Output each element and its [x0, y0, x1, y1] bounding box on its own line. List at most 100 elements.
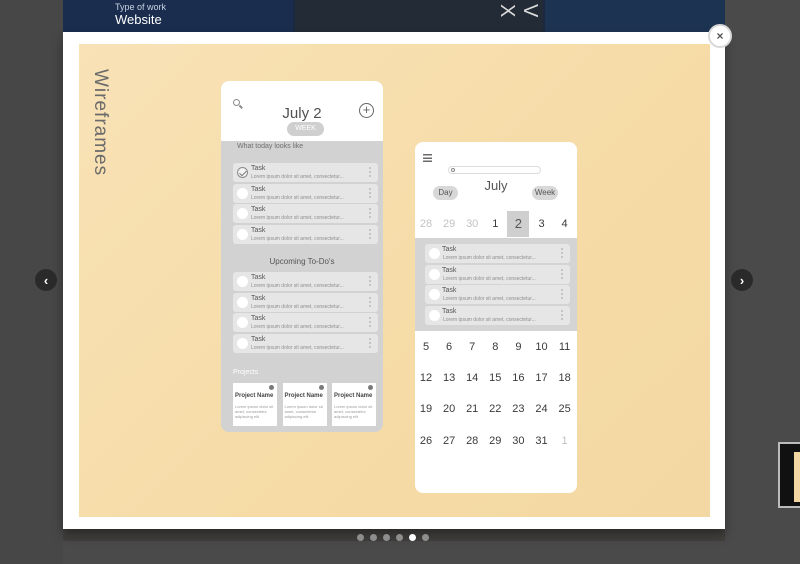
background-kicker: Type of work: [115, 2, 167, 12]
background-tile[interactable]: V X: [295, 0, 543, 36]
calendar-day-cell[interactable]: 19: [415, 396, 437, 422]
empty-circle-icon[interactable]: [429, 248, 440, 259]
task-description: Lorem ipsum dolor sit amet, consectetur.…: [251, 215, 344, 221]
empty-circle-icon[interactable]: [237, 296, 248, 308]
close-button[interactable]: ×: [708, 24, 732, 48]
task-item[interactable]: Task Lorem ipsum dolor sit amet, consecte…: [425, 264, 570, 284]
calendar-day-cell[interactable]: 23: [507, 396, 530, 422]
empty-circle-icon[interactable]: [237, 228, 248, 240]
empty-circle-icon[interactable]: [429, 289, 440, 300]
task-title: Task: [251, 165, 266, 172]
kebab-menu-icon[interactable]: [369, 228, 371, 239]
kebab-menu-icon[interactable]: [561, 248, 563, 258]
calendar-day-cell[interactable]: 24: [530, 396, 553, 422]
calendar-day-cell[interactable]: 8: [484, 334, 507, 360]
calendar-day-cell[interactable]: 14: [461, 365, 484, 391]
task-item[interactable]: Task Lorem ipsum dolor sit amet, consecte…: [425, 244, 570, 263]
calendar-day-cell[interactable]: 22: [484, 396, 507, 422]
calendar-day-cell[interactable]: 11: [553, 334, 576, 360]
slide-dot[interactable]: [422, 534, 429, 541]
calendar-day-cell[interactable]: 5: [415, 334, 437, 360]
task-item[interactable]: Task Lorem ipsum dolor sit amet, consecte…: [233, 333, 378, 353]
task-description: Lorem ipsum dolor sit amet, consectetur.…: [251, 324, 344, 330]
calendar-day-cell[interactable]: 29: [438, 211, 461, 237]
calendar-day-cell[interactable]: 1: [553, 428, 576, 454]
calendar-day-cell[interactable]: 26: [415, 428, 437, 454]
slide-dot[interactable]: [409, 534, 416, 541]
slide-dot[interactable]: [383, 534, 390, 541]
calendar-day-cell[interactable]: 12: [415, 365, 437, 391]
kebab-menu-icon[interactable]: [369, 317, 371, 327]
kebab-menu-icon[interactable]: [369, 208, 371, 218]
calendar-day-cell[interactable]: 30: [507, 428, 530, 454]
calendar-day-cell[interactable]: 9: [507, 334, 530, 360]
kebab-menu-icon[interactable]: [369, 167, 371, 177]
empty-circle-icon[interactable]: [237, 208, 248, 219]
wireframe-artwork: Wireframes July 2 + WEEK What today look…: [79, 44, 710, 517]
slide-dot[interactable]: [396, 534, 403, 541]
task-item[interactable]: Task Lorem ipsum dolor sit amet, consecte…: [233, 204, 378, 223]
calendar-day-cell[interactable]: 25: [553, 396, 576, 422]
slide-dot[interactable]: [357, 534, 364, 541]
empty-circle-icon[interactable]: [237, 337, 248, 349]
calendar-week-row: 19 20 21 22 23 24 25: [415, 396, 577, 422]
kebab-menu-icon[interactable]: [561, 309, 563, 320]
task-item[interactable]: Task Lorem ipsum dolor sit amet, consecte…: [233, 292, 378, 312]
calendar-day-cell[interactable]: 28: [461, 428, 484, 454]
task-description: Lorem ipsum dolor sit amet, consectetur.…: [443, 296, 536, 302]
slide-dot[interactable]: [370, 534, 377, 541]
calendar-day-cell[interactable]: 18: [553, 365, 576, 391]
task-item[interactable]: Task Lorem ipsum dolor sit amet, consecte…: [233, 183, 378, 203]
empty-circle-icon[interactable]: [237, 187, 248, 199]
kebab-menu-icon[interactable]: [369, 296, 371, 307]
calendar-day-cell[interactable]: 15: [484, 365, 507, 391]
previous-slide-button[interactable]: ‹: [35, 269, 57, 291]
task-item[interactable]: Task Lorem ipsum dolor sit amet, consecte…: [425, 305, 570, 325]
calendar-day-cell[interactable]: 29: [484, 428, 507, 454]
calendar-day-cell[interactable]: 2: [507, 211, 530, 237]
next-slide-button[interactable]: ›: [731, 269, 753, 291]
task-description: Lorem ipsum dolor sit amet, consectetur.…: [251, 235, 344, 242]
task-item[interactable]: Task Lorem ipsum dolor sit amet, consecte…: [233, 313, 378, 332]
calendar-day-cell[interactable]: 21: [461, 396, 484, 422]
calendar-day-cell[interactable]: 31: [530, 428, 553, 454]
empty-circle-icon[interactable]: [237, 276, 248, 287]
empty-circle-icon[interactable]: [429, 309, 440, 321]
project-card[interactable]: Project Name Lorem ipsum dolor sit amet, …: [233, 383, 277, 426]
kebab-menu-icon[interactable]: [561, 289, 563, 299]
thumbnail-preview[interactable]: [778, 442, 800, 508]
calendar-day-cell[interactable]: 4: [553, 211, 576, 237]
calendar-day-cell[interactable]: 3: [530, 211, 553, 237]
calendar-week-row: 28 29 30 1 2 3 4: [415, 211, 577, 237]
calendar-day-cell[interactable]: 10: [530, 334, 553, 360]
kebab-menu-icon[interactable]: [369, 276, 371, 286]
empty-circle-icon[interactable]: [429, 268, 440, 280]
calendar-day-cell[interactable]: 7: [461, 334, 484, 360]
task-item[interactable]: Task Lorem ipsum dolor sit amet, consecte…: [233, 272, 378, 291]
phone-header: July 2 + WEEK: [221, 81, 383, 141]
calendar-day-cell[interactable]: 30: [461, 211, 484, 237]
checked-circle-icon[interactable]: [237, 167, 248, 178]
task-item[interactable]: Task Lorem ipsum dolor sit amet, consecte…: [233, 224, 378, 244]
task-item[interactable]: Task Lorem ipsum dolor sit amet, consecte…: [425, 285, 570, 304]
project-card[interactable]: Project Name Lorem ipsum dolor sit amet, …: [332, 383, 376, 426]
task-description: Lorem ipsum dolor sit amet, consectetur.…: [251, 283, 344, 289]
calendar-day-cell[interactable]: 16: [507, 365, 530, 391]
kebab-menu-icon[interactable]: [369, 337, 371, 348]
status-dot-icon: [269, 385, 274, 390]
calendar-day-cell[interactable]: 6: [438, 334, 461, 360]
task-item[interactable]: Task Lorem ipsum dolor sit amet, consecte…: [233, 163, 378, 182]
calendar-day-cell[interactable]: 17: [530, 365, 553, 391]
background-tile[interactable]: Type of work Website: [63, 0, 293, 36]
calendar-day-cell[interactable]: 13: [438, 365, 461, 391]
calendar-day-cell[interactable]: 28: [415, 211, 437, 237]
empty-circle-icon[interactable]: [237, 317, 248, 328]
task-description: Lorem ipsum dolor sit amet, consectetur.…: [251, 303, 344, 310]
background-tile[interactable]: [545, 0, 725, 36]
calendar-day-cell[interactable]: 1: [484, 211, 507, 237]
project-card[interactable]: Project Name Lorem ipsum dolor sit amet, …: [282, 383, 327, 426]
calendar-day-cell[interactable]: 27: [438, 428, 461, 454]
calendar-day-cell[interactable]: 20: [438, 396, 461, 422]
kebab-menu-icon[interactable]: [369, 187, 371, 198]
kebab-menu-icon[interactable]: [561, 268, 563, 279]
